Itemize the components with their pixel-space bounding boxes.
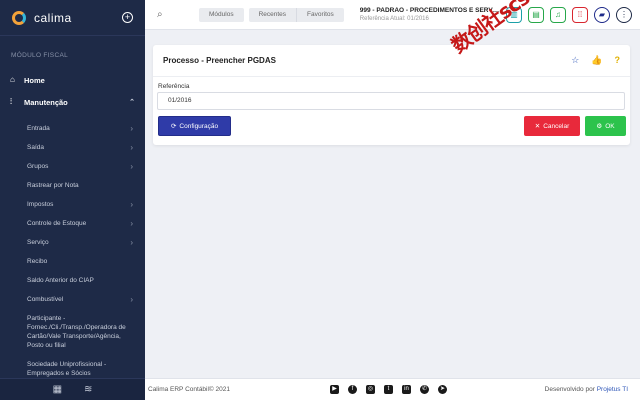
sidebar-subitem[interactable]: Controle de Estoque › [0,214,145,233]
tab-group: Recentes Favoritos [248,7,344,22]
search-icon[interactable]: ⌕ [157,9,171,20]
brand-bar: calima + [0,0,145,36]
chevron-right-icon: › [130,200,133,209]
footer-copyright: Calima ERP Contábil© 2021 [148,386,230,393]
chevron-right-icon: › [130,295,133,304]
twitter-icon[interactable]: t [384,385,393,394]
tab-favoritos[interactable]: Favoritos [297,7,344,22]
configuration-button[interactable]: ⟳ Configuração [158,116,231,136]
sidebar-subitem[interactable]: Serviço › [0,233,145,252]
ok-label: OK [605,122,615,130]
star-icon[interactable]: ☆ [571,55,579,66]
home-icon: ⌂ [10,75,15,84]
chevron-right-icon: › [130,143,133,152]
apps-grid-icon[interactable]: ⁞⁞ [572,6,588,23]
help-icon[interactable]: ? [615,55,621,66]
instagram-icon[interactable]: ◎ [366,385,375,394]
sidebar-subitem-label: Serviço [27,239,49,246]
credit-prefix: Desenvolvido por [544,386,595,393]
tab-modulos[interactable]: Módulos [199,7,244,22]
nav-manutencao[interactable]: ⫶ Manutenção ⌃ [0,91,145,113]
sliders-icon: ⫶ [10,97,12,106]
card-header: Processo - Preencher PGDAS ☆ 👍 ? [153,45,630,77]
calendar-icon[interactable]: ▦ [53,384,62,395]
refresh-icon: ⟳ [170,123,177,130]
configuration-label: Configuração [179,122,219,130]
add-circle-icon[interactable]: + [122,12,133,23]
sidebar-subitem-label: Entrada [27,125,50,132]
youtube-icon[interactable]: ▶ [330,385,339,394]
cancel-label: Cancelar [543,122,570,130]
chevron-right-icon: › [130,124,133,133]
page-footer: Calima ERP Contábil© 2021 ▶ f ◎ t in ✆ ➤… [145,378,640,400]
calculator-icon[interactable]: ▤ [528,6,544,23]
sidebar-subitem-label: Combustível [27,296,64,303]
whatsapp-icon[interactable]: ✆ [420,385,429,394]
thumbs-up-icon[interactable]: 👍 [591,55,602,66]
company-name: 999 - PADRAO - PROCEDIMENTOS E SERVIÇOS [359,7,500,14]
chevron-right-icon: › [130,238,133,247]
chevron-right-icon: › [130,219,133,228]
footer-credit: Desenvolvido por Projetus TI [545,386,628,393]
tab-recentes[interactable]: Recentes [248,7,298,22]
sidebar-subitem[interactable]: Rastrear por Nota [0,176,145,195]
sidebar-subitem-label: Saída [27,144,44,151]
nav-home[interactable]: ⌂ Home [0,69,145,91]
module-section-label: MÓDULO FISCAL [11,52,68,59]
chevron-up-icon: ⌃ [129,99,135,106]
chevron-right-icon: › [130,162,133,171]
sidebar-subitem-label: Impostos [27,201,54,208]
sidebar-subitem-label: Sociedade Uniprofissional - Empregados e… [27,361,107,377]
more-icon[interactable]: ⋮ [616,6,632,23]
calima-logo-icon [12,10,26,25]
linkedin-icon[interactable]: in [402,385,411,394]
sidebar-subitem-label: Saldo Anterior do CIAP [27,277,94,284]
gear-icon: ⚙ [596,123,603,130]
sidebar-footer: ▦ ≋ [0,378,145,400]
sidebar: calima + MÓDULO FISCAL ⌂ Home ⫶ Manutenç… [0,0,145,400]
sidebar-subitem[interactable]: Combustível › [0,290,145,309]
sidebar-subitem-label: Participante - Fornec./Cli./Transp./Oper… [27,315,126,349]
submenu: Entrada › Saída › Grupos › Rastrear por Nota Im… [0,119,145,383]
reference-label: Referência [158,83,190,90]
card-buttons: ⟳ Configuração ✕ Cancelar ⚙ OK [158,116,626,136]
layers-icon[interactable]: ≋ [84,384,92,395]
sidebar-subitem[interactable]: Saída › [0,138,145,157]
sidebar-subitem[interactable]: Participante - Fornec./Cli./Transp./Oper… [0,309,145,355]
sidebar-subitem[interactable]: Grupos › [0,157,145,176]
page-title: Processo - Preencher PGDAS [163,56,276,65]
chat-icon[interactable]: ▰ [594,6,610,23]
credit-brand-link[interactable]: Projetus TI [597,386,628,393]
cancel-button[interactable]: ✕ Cancelar [524,116,580,136]
header-tabs: Módulos Recentes Favoritos [199,7,344,22]
sidebar-subitem-label: Rastrear por Nota [27,182,79,189]
facebook-icon[interactable]: f [348,385,357,394]
sidebar-subitem[interactable]: Impostos › [0,195,145,214]
sidebar-subitem-label: Grupos [27,163,49,170]
close-icon: ✕ [534,123,541,130]
brand-name: calima [34,10,72,25]
bell-icon[interactable]: ♫ [550,6,566,23]
sidebar-subitem[interactable]: Saldo Anterior do CIAP [0,271,145,290]
process-card: Processo - Preencher PGDAS ☆ 👍 ? Referên… [153,45,630,145]
card-actions: ☆ 👍 ? [571,55,620,66]
nav-home-label: Home [24,75,45,85]
reference-input[interactable]: 01/2016 [157,92,625,110]
sidebar-subitem-label: Recibo [27,258,48,265]
sidebar-subitem-label: Controle de Estoque [27,220,87,227]
nav-manutencao-label: Manutenção [24,97,68,107]
top-header: ⌕ Módulos Recentes Favoritos 999 - PADRA… [145,0,640,30]
sidebar-subitem[interactable]: Recibo [0,252,145,271]
ok-button[interactable]: ⚙ OK [585,116,626,136]
social-links: ▶ f ◎ t in ✆ ➤ [330,385,447,394]
sidebar-subitem[interactable]: Entrada › [0,119,145,138]
telegram-icon[interactable]: ➤ [438,385,447,394]
